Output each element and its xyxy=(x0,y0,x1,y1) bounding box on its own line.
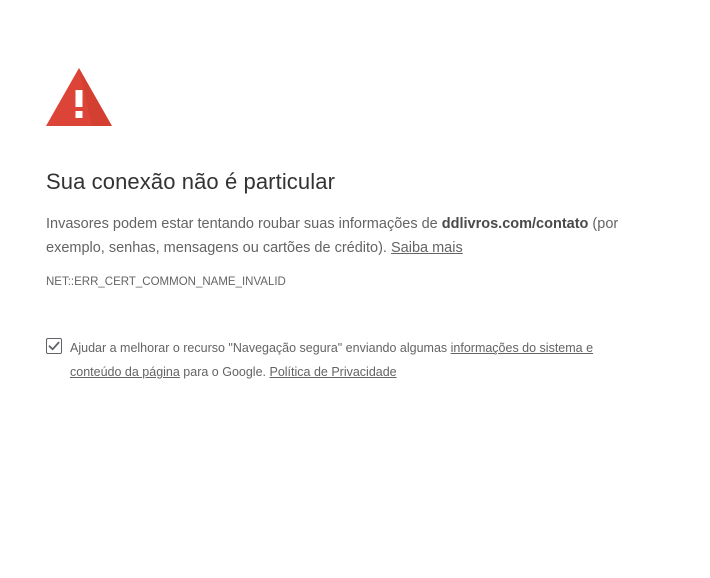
safe-browsing-label: Ajudar a melhorar o recurso "Navegação s… xyxy=(70,336,630,384)
page-title: Sua conexão não é particular xyxy=(46,169,335,194)
checkmark-icon xyxy=(48,341,60,351)
warning-triangle-icon xyxy=(46,68,112,126)
error-description: Invasores podem estar tentando roubar su… xyxy=(46,212,646,260)
learn-more-link[interactable]: Saiba mais xyxy=(391,240,463,256)
report-text-middle: para o Google. xyxy=(179,365,270,379)
report-text-before: Ajudar a melhorar o recurso "Navegação s… xyxy=(70,341,451,355)
blocked-domain: ddlivros.com/contato xyxy=(441,216,589,232)
safe-browsing-checkbox[interactable] xyxy=(46,338,62,354)
error-code: NET::ERR_CERT_COMMON_NAME_INVALID xyxy=(46,276,286,288)
description-text-before: Invasores podem estar tentando roubar su… xyxy=(46,216,442,232)
privacy-policy-link[interactable]: Política de Privacidade xyxy=(269,365,396,379)
